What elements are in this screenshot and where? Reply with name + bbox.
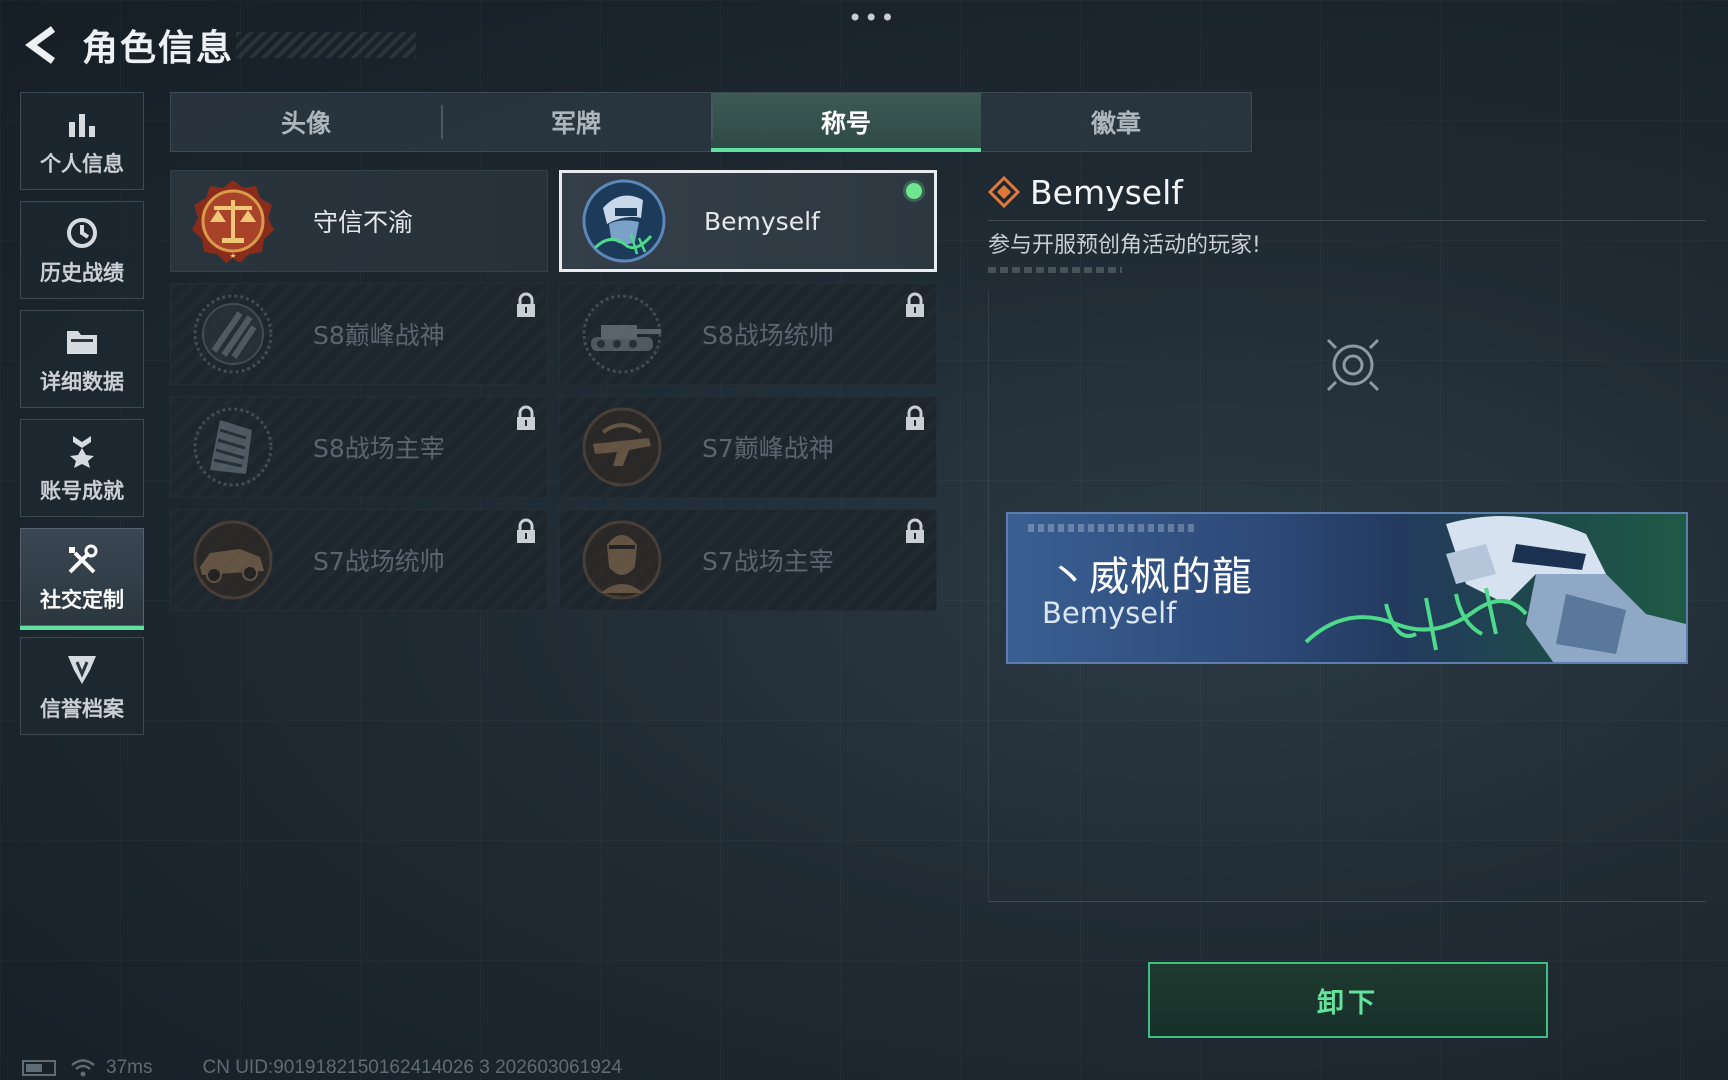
unequip-button-label: 卸下 [1317, 987, 1379, 1019]
sidebar-item-social-customization[interactable]: 社交定制 [20, 528, 144, 630]
tab-dog-tag[interactable]: 军牌 [441, 93, 711, 151]
title-card-locked[interactable]: S7巅峰战神 [559, 396, 937, 498]
title-card-selected[interactable]: Bemyself [559, 170, 937, 272]
title-name: 守信不渝 [313, 208, 414, 237]
detail-divider [988, 220, 1706, 221]
sidebar-item-reputation[interactable]: 信誉档案 [20, 637, 144, 735]
shield-badge-icon [62, 649, 102, 689]
sidebar-item-label: 个人信息 [40, 152, 124, 176]
title-name: S7战场统帅 [313, 547, 445, 576]
title-card-locked[interactable]: S7战场主宰 [559, 509, 937, 611]
vehicle-emblem-icon [189, 516, 277, 604]
soldier-emblem-icon [580, 177, 668, 265]
title-name: S8战场统帅 [702, 321, 834, 350]
tab-avatar[interactable]: 头像 [171, 93, 441, 151]
nameplate-player-name: 丶威枫的龍 [1048, 554, 1253, 600]
history-icon [62, 213, 102, 253]
detail-description: 参与开服预创角活动的玩家! [988, 233, 1261, 258]
status-footer: 37ms CN UID:9019182150162414026 3 202603… [22, 1056, 622, 1080]
sidebar-item-detailed-data[interactable]: 详细数据 [20, 310, 144, 408]
tools-icon [62, 540, 102, 580]
detail-subtext-decoration [988, 267, 1122, 273]
title-card-locked[interactable]: S8战场主宰 [170, 396, 548, 498]
sidebar-item-history[interactable]: 历史战绩 [20, 201, 144, 299]
page-header: 角色信息 [20, 22, 417, 69]
lock-icon [517, 405, 535, 430]
building-emblem-icon [189, 403, 277, 491]
back-button[interactable] [20, 23, 64, 67]
lock-icon [517, 518, 535, 543]
title-card[interactable]: 守信不渝 [170, 170, 548, 272]
wifi-icon [71, 1059, 95, 1077]
title-name: S7巅峰战神 [702, 434, 834, 463]
soldier-head-emblem-icon [578, 516, 666, 604]
lock-icon [517, 292, 535, 317]
ping-value: 37ms [106, 1057, 153, 1078]
title-card-locked[interactable]: S8巅峰战神 [170, 283, 548, 385]
title-card-locked[interactable]: S7战场统帅 [170, 509, 548, 611]
stripes-emblem-icon [189, 290, 277, 378]
lock-icon [906, 292, 924, 317]
back-arrow-icon [25, 26, 56, 64]
tab-title[interactable]: 称号 [711, 93, 981, 152]
title-name: S8战场主宰 [313, 434, 445, 463]
sidebar-item-label: 详细数据 [40, 370, 124, 394]
unequip-button[interactable]: 卸下 [1148, 962, 1548, 1038]
tab-badge[interactable]: 徽章 [981, 93, 1251, 151]
target-icon [1326, 338, 1380, 392]
title-card-locked[interactable]: S8战场统帅 [559, 283, 937, 385]
nameplate-preview: 丶威枫的龍 Bemyself [1006, 512, 1688, 664]
sidebar-item-label: 账号成就 [40, 479, 124, 503]
diamond-title-icon [988, 176, 1020, 208]
detail-header: Bemyself [988, 170, 1706, 214]
bar-chart-icon [62, 104, 102, 144]
sidebar-item-label: 历史战绩 [40, 261, 124, 285]
battery-icon [22, 1060, 56, 1076]
medal-icon [62, 431, 102, 471]
sidebar: 个人信息 历史战绩 详细数据 账号成就 社交定制 信誉档案 [20, 92, 144, 746]
lock-icon [906, 518, 924, 543]
nameplate-decoration [1028, 524, 1198, 532]
title-name: Bemyself [704, 206, 820, 236]
sidebar-item-label: 社交定制 [40, 588, 124, 612]
detail-title: Bemyself [1030, 172, 1183, 212]
scales-emblem-icon [189, 177, 277, 265]
rifle-emblem-icon [578, 403, 666, 491]
sidebar-item-personal-info[interactable]: 个人信息 [20, 92, 144, 190]
page-title: 角色信息 [82, 28, 235, 69]
more-options-icon[interactable]: ••• [848, 6, 896, 30]
tank-emblem-icon [578, 290, 666, 378]
title-detail-panel: Bemyself 参与开服预创角活动的玩家! [988, 170, 1706, 273]
title-name: S7战场主宰 [702, 547, 834, 576]
folder-icon [62, 322, 102, 362]
title-name: S8巅峰战神 [313, 321, 445, 350]
equipped-indicator [906, 183, 922, 199]
uid-text: CN UID:9019182150162414026 3 20260306192… [202, 1057, 622, 1078]
sidebar-item-achievements[interactable]: 账号成就 [20, 419, 144, 517]
sidebar-item-label: 信誉档案 [40, 697, 124, 721]
tab-bar: 头像 军牌 称号 徽章 [170, 92, 1252, 152]
title-decoration [236, 32, 417, 58]
nameplate-title: Bemyself [1042, 596, 1177, 630]
soldier-artwork-icon [1304, 516, 1686, 662]
lock-icon [906, 405, 924, 430]
